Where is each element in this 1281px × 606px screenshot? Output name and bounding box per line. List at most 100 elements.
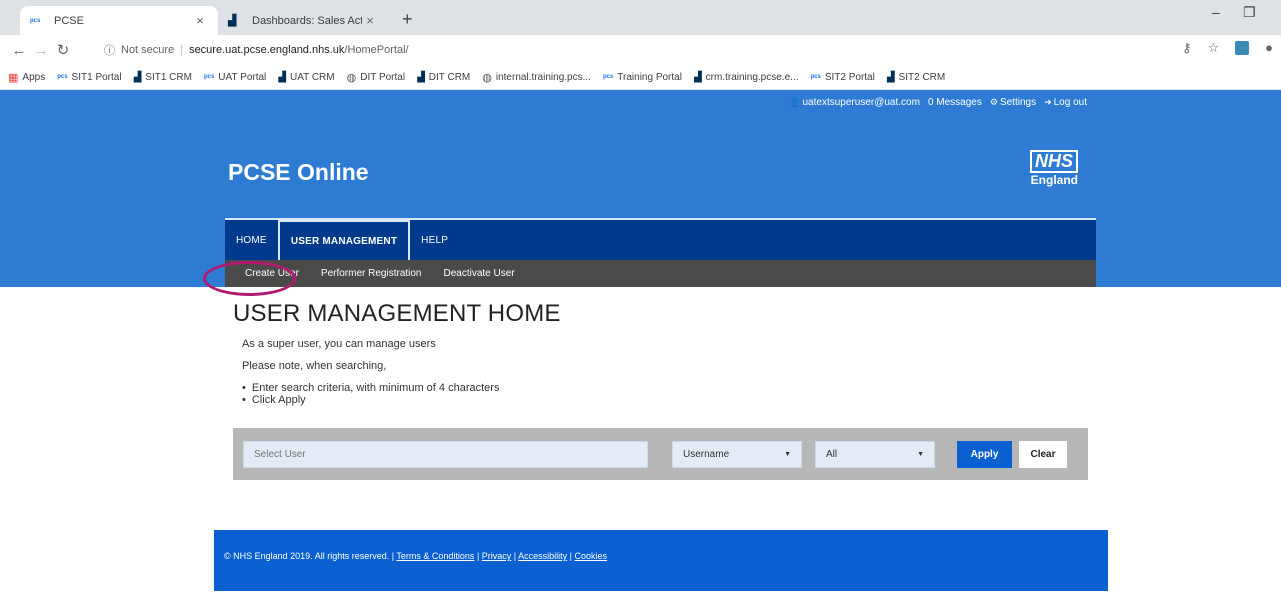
sub-nav: Create User Performer Registration Deact…	[225, 260, 1096, 287]
messages-link[interactable]: 0 Messages	[928, 97, 982, 108]
footer-text: © NHS England 2019. All rights reserved.…	[224, 551, 608, 561]
browser-tab-bar: pcs PCSE × ▟ Dashboards: Sales Activity …	[0, 0, 1281, 35]
accessibility-link[interactable]: Accessibility	[518, 551, 567, 561]
highlight-oval	[203, 261, 296, 296]
bookmark-sit2-crm[interactable]: ▟ SIT2 CRM	[887, 72, 945, 83]
privacy-link[interactable]: Privacy	[482, 551, 512, 561]
settings-label: Settings	[999, 97, 1037, 108]
instructions-list: Enter search criteria, with minimum of 4…	[242, 382, 500, 406]
toolbar-icons: ⚷ ☆ ●	[1182, 40, 1273, 56]
address-bar[interactable]: ⓘ Not secure | secure.uat.pcse.england.n…	[104, 38, 984, 62]
bookmark-apps[interactable]: ▦ Apps	[8, 71, 45, 84]
logout-link[interactable]: ➜ Log out	[1044, 97, 1087, 108]
new-tab-button[interactable]: +	[402, 9, 413, 30]
star-icon[interactable]: ☆	[1207, 40, 1219, 56]
dropdown-arrow-icon: ▼	[784, 451, 791, 458]
crm-favicon-icon: ▟	[228, 15, 237, 27]
search-note: Please note, when searching,	[242, 360, 387, 372]
logout-icon: ➜	[1044, 97, 1052, 107]
terms-link[interactable]: Terms & Conditions	[396, 551, 474, 561]
bookmark-label: DIT Portal	[360, 71, 406, 83]
restore-button[interactable]: ❐	[1243, 4, 1256, 21]
tab-dashboards[interactable]: ▟ Dashboards: Sales Activity Social ×	[218, 6, 388, 35]
nhs-logo-mark: NHS	[1030, 150, 1079, 173]
bookmark-crm-training[interactable]: ▟ crm.training.pcse.e...	[694, 72, 799, 83]
main-nav: HOME USER MANAGEMENT HELP	[225, 218, 1096, 260]
copyright-text: © NHS England 2019. All rights reserved.…	[224, 551, 395, 561]
bookmark-label: Apps	[22, 71, 46, 83]
bookmark-label: crm.training.pcse.e...	[705, 71, 799, 83]
bookmark-sit1-portal[interactable]: pcs SIT1 Portal	[57, 72, 121, 83]
bookmark-sit1-crm[interactable]: ▟ SIT1 CRM	[134, 72, 192, 83]
pcs-favicon-icon: pcs	[30, 17, 41, 24]
apply-button[interactable]: Apply	[957, 441, 1012, 468]
user-icon: 👤	[789, 97, 801, 107]
key-icon[interactable]: ⚷	[1182, 40, 1192, 56]
address-separator: |	[180, 44, 184, 56]
globe-icon: ◍	[482, 71, 492, 84]
bookmark-label: SIT1 Portal	[71, 71, 122, 83]
page-title: USER MANAGEMENT HOME	[233, 300, 561, 327]
bookmark-label: DIT CRM	[428, 71, 471, 83]
bookmark-label: SIT2 Portal	[824, 71, 875, 83]
search-field-select[interactable]: Username ▼	[672, 441, 802, 468]
bookmark-label: SIT2 CRM	[898, 71, 946, 83]
close-icon[interactable]: ×	[192, 13, 208, 28]
crm-icon: ▟	[133, 71, 142, 83]
extension-icon[interactable]	[1235, 41, 1250, 55]
clear-button[interactable]: Clear	[1019, 441, 1067, 468]
browser-toolbar: ← → ↻ ⓘ Not secure | secure.uat.pcse.eng…	[0, 35, 1281, 65]
logout-label: Log out	[1053, 97, 1087, 108]
crm-icon: ▟	[886, 71, 895, 83]
site-footer: © NHS England 2019. All rights reserved.…	[214, 530, 1108, 591]
subnav-performer-registration[interactable]: Performer Registration	[321, 268, 422, 279]
search-panel: Username ▼ All ▼ Apply Clear	[233, 428, 1088, 480]
nav-user-management[interactable]: USER MANAGEMENT	[277, 220, 411, 260]
site-title[interactable]: PCSE Online	[228, 159, 369, 186]
bookmark-uat-portal[interactable]: pcs UAT Portal	[204, 72, 266, 83]
select-value: Username	[683, 449, 730, 460]
subnav-deactivate-user[interactable]: Deactivate User	[444, 268, 515, 279]
apps-icon: ▦	[8, 71, 19, 84]
bookmark-uat-crm[interactable]: ▟ UAT CRM	[278, 72, 334, 83]
settings-link[interactable]: ⚙ Settings	[990, 97, 1036, 108]
user-link[interactable]: 👤 uatextsuperuser@uat.com	[789, 97, 920, 108]
info-icon[interactable]: ⓘ	[104, 42, 115, 58]
nav-help[interactable]: HELP	[410, 220, 459, 260]
crm-icon: ▟	[278, 71, 286, 83]
back-icon[interactable]: ←	[8, 42, 30, 59]
pcs-icon: pcs	[810, 74, 821, 80]
select-value: All	[826, 449, 838, 460]
minimize-button[interactable]: –	[1212, 4, 1220, 20]
profile-icon[interactable]: ●	[1265, 40, 1273, 56]
globe-icon: ◍	[346, 71, 357, 84]
forward-icon[interactable]: →	[30, 42, 52, 59]
nav-home[interactable]: HOME	[225, 220, 278, 260]
status-select[interactable]: All ▼	[815, 441, 935, 468]
pcs-icon: pcs	[203, 74, 215, 80]
url-path: /HomePortal/	[344, 44, 409, 56]
user-bar: 👤 uatextsuperuser@uat.com 0 Messages ⚙ Set…	[789, 97, 1087, 108]
bookmark-training-portal[interactable]: pcs Training Portal	[603, 72, 682, 83]
user-email: uatextsuperuser@uat.com	[802, 97, 920, 108]
url-host: secure.uat.pcse.england.nhs.uk	[189, 44, 345, 56]
cookies-link[interactable]: Cookies	[575, 551, 608, 561]
bookmark-label: UAT CRM	[289, 71, 335, 83]
reload-icon[interactable]: ↻	[52, 41, 74, 59]
dropdown-arrow-icon: ▼	[917, 451, 924, 458]
crm-icon: ▟	[417, 71, 425, 83]
bookmark-label: UAT Portal	[218, 71, 267, 83]
tab-title: Dashboards: Sales Activity Social	[252, 14, 362, 27]
pcs-icon: pcs	[57, 74, 68, 80]
bookmark-label: Training Portal	[617, 71, 682, 83]
bookmark-sit2-portal[interactable]: pcs SIT2 Portal	[810, 72, 874, 83]
pcs-icon: pcs	[602, 74, 614, 80]
bookmark-internal-training[interactable]: ◍ internal.training.pcs...	[482, 71, 591, 84]
intro-text: As a super user, you can manage users	[242, 338, 436, 350]
close-icon[interactable]: ×	[362, 13, 378, 28]
search-input[interactable]	[243, 441, 648, 468]
tab-pcse[interactable]: pcs PCSE ×	[20, 6, 218, 35]
bookmark-label: SIT1 CRM	[145, 71, 192, 83]
bookmark-dit-crm[interactable]: ▟ DIT CRM	[417, 72, 470, 83]
bookmark-dit-portal[interactable]: ◍ DIT Portal	[347, 71, 405, 84]
